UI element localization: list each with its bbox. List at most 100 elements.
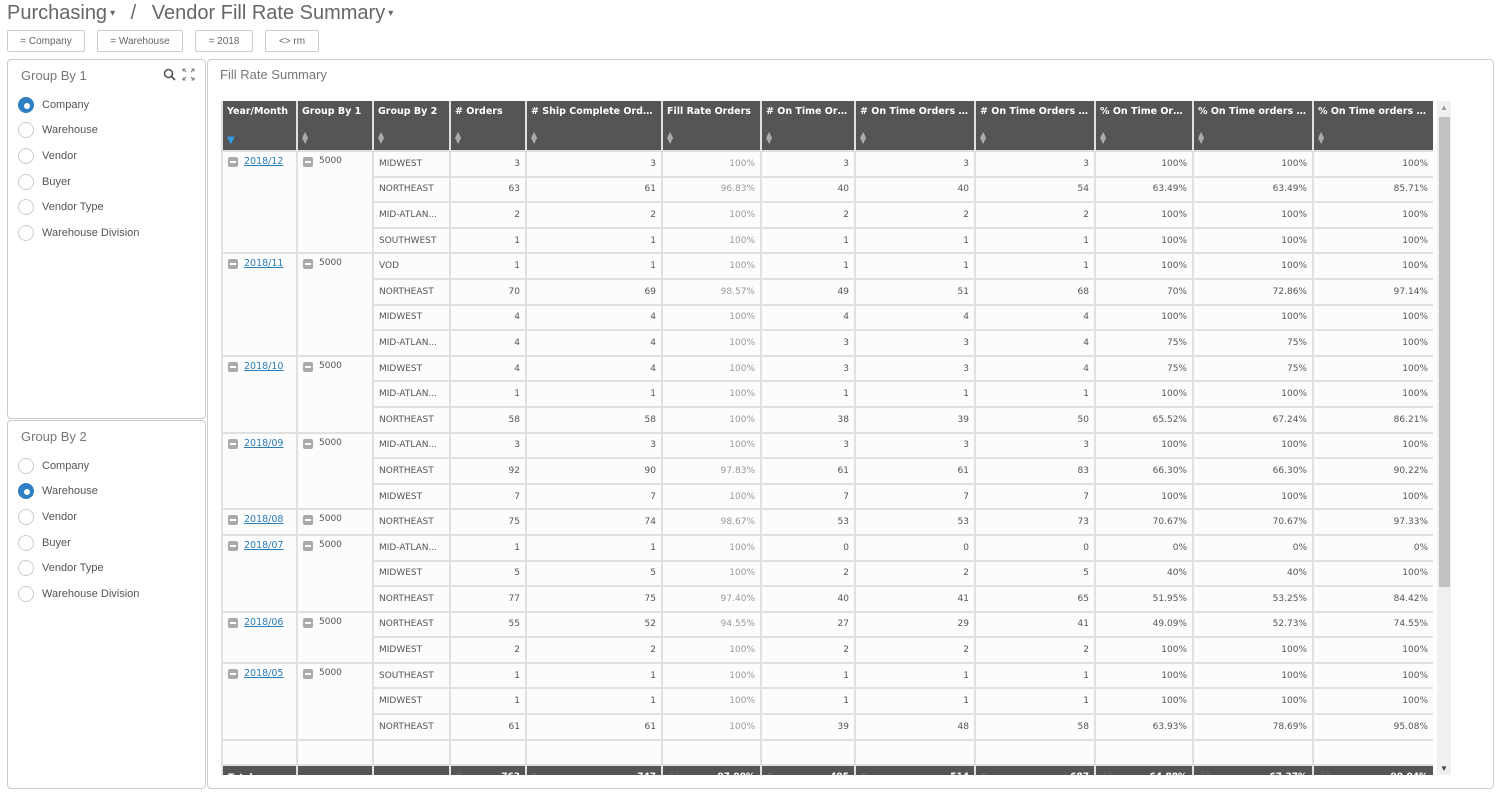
radio-option-vendor-type[interactable]: Vendor Type <box>18 194 139 220</box>
year-month-link[interactable]: 2018/06 <box>244 617 283 628</box>
year-month-link[interactable]: 2018/11 <box>244 258 283 269</box>
radio-button[interactable] <box>18 96 34 113</box>
year-month-link[interactable]: 2018/07 <box>244 540 283 551</box>
year-month-link[interactable]: 2018/12 <box>244 156 283 167</box>
collapse-icon[interactable] <box>228 361 238 372</box>
radio-button[interactable] <box>18 483 34 500</box>
sort-icon[interactable]: ▲ ▼ <box>1198 131 1204 145</box>
radio-button[interactable] <box>18 122 34 139</box>
collapse-icon[interactable] <box>303 259 313 270</box>
radio-option-company[interactable]: Company <box>18 92 139 118</box>
sort-icon[interactable]: ▲ ▼ <box>766 131 772 145</box>
radio-option-warehouse[interactable]: Warehouse <box>18 118 139 144</box>
column-header-3[interactable]: # Orders ▲ ▼ <box>449 101 527 152</box>
empty-cell <box>296 764 374 775</box>
radio-option-vendor[interactable]: Vendor <box>18 143 139 169</box>
radio-button[interactable] <box>18 534 34 551</box>
expand-icon[interactable] <box>182 68 195 86</box>
column-header-9[interactable]: % On Time Ord... ▲ ▼ <box>1094 101 1194 152</box>
data-cell: 40 <box>854 175 976 204</box>
column-header-11[interactable]: % On Time orders 5 ... ▲ ▼ <box>1312 101 1433 152</box>
collapse-icon[interactable] <box>303 617 313 628</box>
column-header-4[interactable]: # Ship Complete Orders ▲ ▼ <box>525 101 663 152</box>
radio-button[interactable] <box>18 173 34 190</box>
sort-icon[interactable]: ▲ ▼ <box>1100 131 1106 145</box>
filter-rm-button[interactable]: <> rm <box>265 30 319 52</box>
radio-button[interactable] <box>18 147 34 164</box>
data-cell: 97.33% <box>1312 508 1433 536</box>
total-value: 97.90% <box>718 772 756 775</box>
collapse-icon[interactable] <box>303 515 313 526</box>
column-header-1[interactable]: Group By 1 ▲ ▼ <box>296 101 374 152</box>
radio-option-warehouse-division[interactable]: Warehouse Division <box>18 220 139 246</box>
sort-icon[interactable]: ▲ ▼ <box>302 131 308 145</box>
collapse-icon[interactable] <box>228 540 238 551</box>
collapse-icon[interactable] <box>303 668 313 679</box>
data-cell: 75% <box>1192 329 1314 357</box>
year-month-link[interactable]: 2018/08 <box>244 514 283 525</box>
collapse-icon[interactable] <box>228 515 238 526</box>
data-cell: 97.14% <box>1312 277 1433 306</box>
radio-button[interactable] <box>18 560 34 577</box>
column-header-10[interactable]: % On Time orders 2 ... ▲ ▼ <box>1192 101 1314 152</box>
radio-option-vendor-type[interactable]: Vendor Type <box>18 555 139 581</box>
radio-option-vendor[interactable]: Vendor <box>18 504 139 530</box>
sort-desc-icon[interactable]: ▼ <box>227 136 235 146</box>
data-cell: 100% <box>1312 303 1433 332</box>
year-month-link[interactable]: 2018/10 <box>244 361 283 372</box>
collapse-icon[interactable] <box>303 438 313 449</box>
radio-option-warehouse-division[interactable]: Warehouse Division <box>18 581 139 607</box>
collapse-icon[interactable] <box>228 617 238 628</box>
data-cell: 100% <box>661 201 762 229</box>
column-header-0[interactable]: Year/Month ▼ <box>221 101 298 152</box>
sort-icon[interactable]: ▲ ▼ <box>378 131 384 145</box>
radio-button[interactable] <box>18 457 34 474</box>
column-header-8[interactable]: # On Time Orders 5 ... ▲ ▼ <box>974 101 1096 152</box>
data-cell: 7 <box>974 482 1096 511</box>
data-cell: 100% <box>1312 252 1433 280</box>
sort-icon[interactable]: ▲ ▼ <box>860 131 866 145</box>
collapse-icon[interactable] <box>303 540 313 551</box>
radio-option-buyer[interactable]: Buyer <box>18 530 139 556</box>
sort-icon[interactable]: ▲ ▼ <box>531 131 537 145</box>
filter-company-button[interactable]: = Company <box>7 30 85 52</box>
collapse-icon[interactable] <box>228 259 238 270</box>
sort-icon[interactable]: ▲ ▼ <box>1318 131 1324 145</box>
data-cell: 84.42% <box>1312 585 1433 613</box>
column-header-5[interactable]: Fill Rate Orders ▲ ▼ <box>661 101 762 152</box>
radio-button[interactable] <box>18 508 34 525</box>
scroll-up-icon[interactable]: ▲ <box>1437 103 1451 112</box>
data-cell: 7 <box>760 482 856 511</box>
year-month-link[interactable]: 2018/09 <box>244 438 283 449</box>
collapse-icon[interactable] <box>228 157 238 167</box>
sort-icon[interactable]: ▲ ▼ <box>455 131 461 145</box>
sort-icon[interactable]: ▲ ▼ <box>980 131 986 145</box>
collapse-icon[interactable] <box>228 668 238 679</box>
radio-button[interactable] <box>18 585 34 602</box>
collapse-icon[interactable] <box>228 438 238 449</box>
year-month-link[interactable]: 2018/05 <box>244 668 283 679</box>
data-cell: 85.71% <box>1312 175 1433 204</box>
column-header-7[interactable]: # On Time Orders 2 ... ▲ ▼ <box>854 101 976 152</box>
scroll-down-icon[interactable]: ▼ <box>1437 764 1451 773</box>
empty-cell <box>1094 738 1194 767</box>
data-cell: 70.67% <box>1192 508 1314 536</box>
filter-year-button[interactable]: = 2018 <box>195 30 253 52</box>
radio-button[interactable] <box>18 224 34 241</box>
data-cell: 4 <box>449 354 527 383</box>
radio-option-company[interactable]: Company <box>18 453 139 479</box>
module-dropdown[interactable]: Purchasing ▾ <box>7 2 115 24</box>
filter-warehouse-button[interactable]: = Warehouse <box>97 30 183 52</box>
report-dropdown[interactable]: Vendor Fill Rate Summary ▾ <box>152 2 393 24</box>
collapse-icon[interactable] <box>303 361 313 372</box>
collapse-icon[interactable] <box>303 157 313 167</box>
vertical-scrollbar[interactable]: ▲ ▼ <box>1437 101 1451 775</box>
column-header-6[interactable]: # On Time Ord... ▲ ▼ <box>760 101 856 152</box>
radio-option-warehouse[interactable]: Warehouse <box>18 479 139 505</box>
scrollbar-thumb[interactable] <box>1439 117 1450 587</box>
radio-button[interactable] <box>18 199 34 216</box>
column-header-2[interactable]: Group By 2 ▲ ▼ <box>372 101 451 152</box>
search-icon[interactable] <box>163 68 176 86</box>
sort-icon[interactable]: ▲ ▼ <box>667 131 673 145</box>
radio-option-buyer[interactable]: Buyer <box>18 169 139 195</box>
